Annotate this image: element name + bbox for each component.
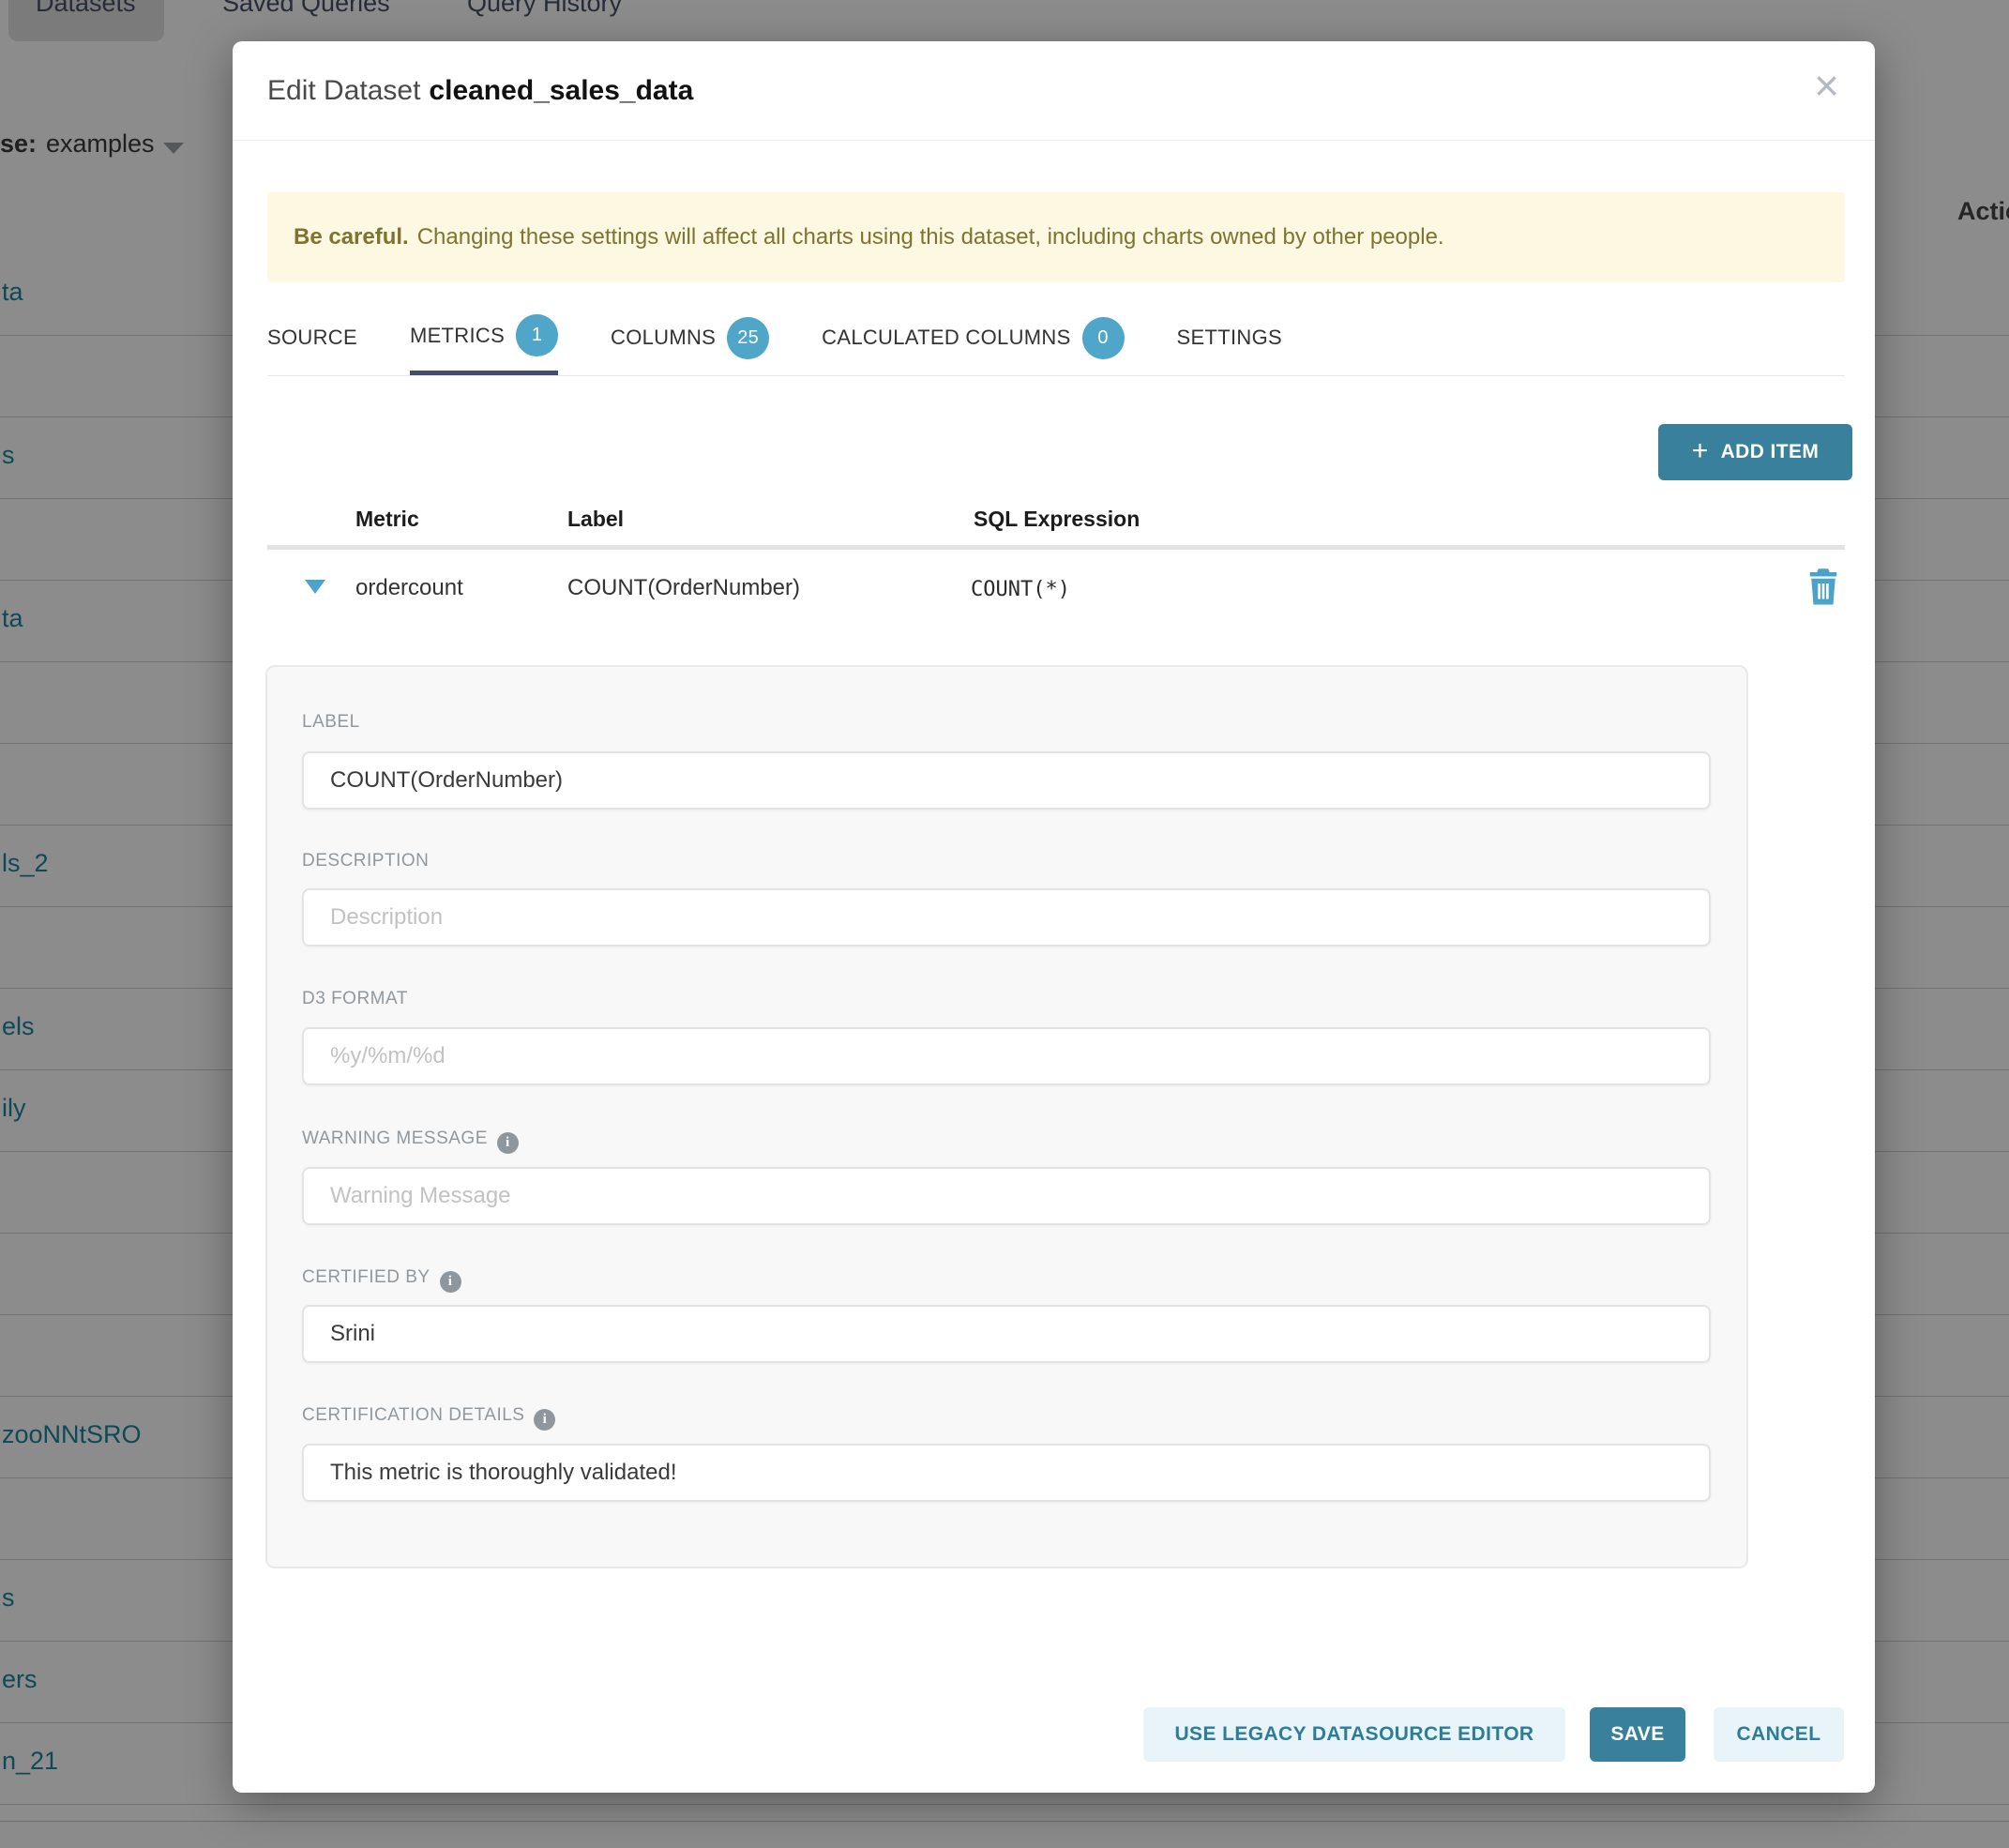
certification-details-field-label-text: CERTIFICATION DETAILS xyxy=(302,1405,524,1425)
close-icon[interactable]: × xyxy=(1814,64,1839,107)
metric-label-cell: COUNT(OrderNumber) xyxy=(567,575,800,601)
description-field-label-text: DESCRIPTION xyxy=(302,851,429,871)
certified-by-input[interactable] xyxy=(302,1305,1711,1363)
add-item-label: ADD ITEM xyxy=(1721,441,1820,463)
warning-banner-text: Changing these settings will affect all … xyxy=(417,224,1444,250)
info-icon[interactable]: i xyxy=(497,1132,519,1154)
tab-metrics[interactable]: METRICS 1 xyxy=(410,300,558,375)
save-button[interactable]: SAVE xyxy=(1590,1707,1685,1762)
tab-calculated-columns[interactable]: CALCULATED COLUMNS 0 xyxy=(822,300,1124,375)
modal-title-dataset-name: cleaned_sales_data xyxy=(429,75,693,106)
description-input[interactable] xyxy=(302,888,1711,947)
columns-count-badge: 25 xyxy=(727,317,769,359)
tab-columns-label: COLUMNS xyxy=(611,326,716,350)
warning-message-field-label: WARNING MESSAGE i xyxy=(302,1128,519,1154)
row-expand-caret-icon[interactable] xyxy=(305,580,325,594)
certification-details-field-label: CERTIFICATION DETAILS i xyxy=(302,1405,555,1431)
label-input[interactable] xyxy=(302,751,1711,810)
warning-message-field-label-text: WARNING MESSAGE xyxy=(302,1128,488,1148)
metric-sql-cell: COUNT(*) xyxy=(971,578,1070,601)
metrics-table-divider xyxy=(267,545,1845,550)
tab-settings-label: SETTINGS xyxy=(1177,326,1282,350)
plus-icon: + xyxy=(1692,435,1709,467)
cancel-button[interactable]: CANCEL xyxy=(1714,1707,1844,1762)
tab-columns[interactable]: COLUMNS 25 xyxy=(611,300,769,375)
modal-footer: USE LEGACY DATASOURCE EDITOR SAVE CANCEL xyxy=(1143,1707,1844,1762)
dataset-editor-tabs: SOURCE METRICS 1 COLUMNS 25 CALCULATED C… xyxy=(267,300,1845,376)
description-field-label: DESCRIPTION xyxy=(302,851,429,871)
modal-title: Edit Dataset cleaned_sales_data xyxy=(267,75,693,107)
screen: Datasets Saved Queries Query History se:… xyxy=(0,0,2009,1848)
d3-format-input[interactable] xyxy=(302,1027,1711,1085)
certified-by-field-label-text: CERTIFIED BY xyxy=(302,1267,430,1287)
add-item-button[interactable]: + ADD ITEM xyxy=(1658,424,1852,480)
warning-message-input[interactable] xyxy=(302,1167,1711,1225)
certification-details-input[interactable] xyxy=(302,1444,1711,1502)
trash-icon[interactable] xyxy=(1806,567,1840,606)
metric-column-header: Metric xyxy=(355,507,419,532)
use-legacy-datasource-editor-button[interactable]: USE LEGACY DATASOURCE EDITOR xyxy=(1143,1707,1565,1762)
tab-source-label: SOURCE xyxy=(267,326,357,350)
metric-edit-panel: LABEL DESCRIPTION D3 FORMAT WARNING MESS… xyxy=(265,665,1748,1568)
modal-title-prefix: Edit Dataset xyxy=(267,75,420,106)
d3-format-field-label-text: D3 FORMAT xyxy=(302,989,408,1008)
warning-banner: Be careful. Changing these settings will… xyxy=(267,192,1845,282)
metrics-count-badge: 1 xyxy=(516,314,558,356)
edit-dataset-modal: Edit Dataset cleaned_sales_data × Be care… xyxy=(233,41,1875,1793)
tab-source[interactable]: SOURCE xyxy=(267,300,357,375)
label-field-label: LABEL xyxy=(302,712,360,733)
certified-by-field-label: CERTIFIED BY i xyxy=(302,1267,461,1293)
sql-expression-column-header: SQL Expression xyxy=(974,507,1140,532)
label-column-header: Label xyxy=(567,507,624,532)
info-icon[interactable]: i xyxy=(440,1271,461,1293)
info-icon[interactable]: i xyxy=(534,1409,555,1431)
d3-format-field-label: D3 FORMAT xyxy=(302,989,408,1009)
tab-settings[interactable]: SETTINGS xyxy=(1177,300,1282,375)
warning-banner-bold: Be careful. xyxy=(294,224,409,250)
calculated-columns-count-badge: 0 xyxy=(1082,317,1125,359)
tab-metrics-label: METRICS xyxy=(410,324,505,348)
modal-header: Edit Dataset cleaned_sales_data × xyxy=(233,41,1875,141)
tab-calculated-columns-label: CALCULATED COLUMNS xyxy=(822,326,1070,350)
label-field-label-text: LABEL xyxy=(302,712,360,732)
metric-name-cell: ordercount xyxy=(355,575,463,601)
